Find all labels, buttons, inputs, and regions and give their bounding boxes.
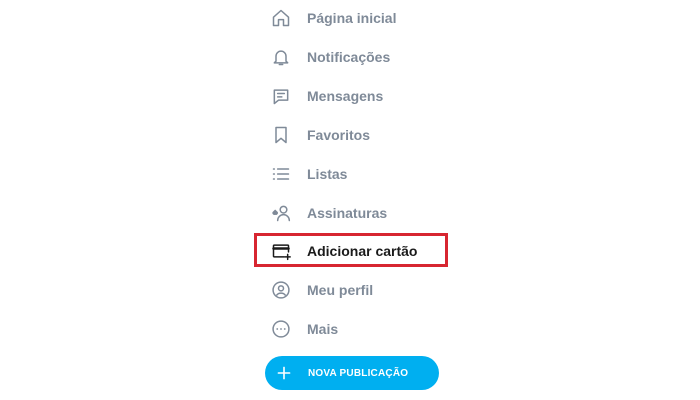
new-post-button[interactable]: NOVA PUBLICAÇÃO [265, 356, 439, 390]
subscriptions-icon [270, 202, 292, 224]
home-icon [270, 7, 292, 29]
highlight-box [254, 233, 448, 267]
sidebar-item-subscriptions[interactable]: Assinaturas [270, 195, 450, 231]
more-icon [270, 318, 292, 340]
list-icon [270, 163, 292, 185]
sidebar-item-notifications[interactable]: Notificações [270, 39, 450, 75]
bell-icon [270, 46, 292, 68]
sidebar-item-favorites[interactable]: Favoritos [270, 117, 450, 153]
sidebar-item-label: Assinaturas [307, 205, 388, 221]
bookmark-icon [270, 124, 292, 146]
message-icon [270, 85, 292, 107]
sidebar-item-messages[interactable]: Mensagens [270, 78, 450, 114]
sidebar-item-more[interactable]: Mais [270, 311, 450, 347]
sidebar-item-label: Listas [307, 166, 348, 182]
sidebar-item-label: Meu perfil [307, 282, 374, 298]
sidebar-item-home[interactable]: Página inicial [270, 0, 450, 36]
sidebar-item-label: Notificações [307, 49, 391, 65]
sidebar-item-profile[interactable]: Meu perfil [270, 272, 450, 308]
sidebar-nav: Página inicial Notificações Mensagens Fa… [0, 0, 700, 400]
sidebar-item-label: Mensagens [307, 88, 384, 104]
plus-icon [274, 363, 294, 383]
sidebar-item-lists[interactable]: Listas [270, 156, 450, 192]
sidebar-item-label: Página inicial [307, 10, 397, 26]
sidebar-item-label: Favoritos [307, 127, 371, 143]
sidebar-item-label: Mais [307, 321, 339, 337]
profile-icon [270, 279, 292, 301]
new-post-label: NOVA PUBLICAÇÃO [308, 367, 409, 379]
